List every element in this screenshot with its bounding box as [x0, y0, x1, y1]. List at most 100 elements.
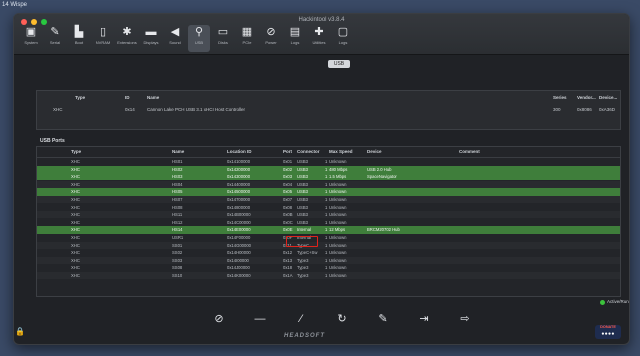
cell-type: XHC: [71, 219, 80, 225]
cell-connector: USB3: [297, 212, 308, 218]
controller-header: Type ID Name Series Vendor... Device...: [37, 93, 620, 102]
cell-location: 0x14F00000: [227, 235, 251, 240]
lock-icon[interactable]: 🔒: [15, 327, 25, 336]
import-icon: ⇥: [419, 313, 429, 325]
table-row[interactable]: XHC HS04 0x14400000 0x04 USB3 1 Unknown: [37, 180, 620, 188]
col-series[interactable]: Series: [553, 93, 567, 102]
cell-connector: USB3: [297, 219, 308, 225]
cell-name: HS08: [172, 204, 183, 210]
col-location[interactable]: Location ID: [227, 147, 282, 157]
toolbar-pcie-button[interactable]: ▦ PCIe: [236, 25, 258, 52]
cell-speed: Unknown: [329, 242, 347, 248]
toolbar-label: Sound: [169, 40, 181, 45]
clear-button[interactable]: ⊘: [210, 310, 228, 328]
cell-speed: Unknown: [329, 257, 347, 263]
toolbar-logs-button[interactable]: ▤ Logs: [284, 25, 306, 52]
col-device[interactable]: Device...: [599, 93, 617, 102]
cell-location: 0x14H00000: [227, 250, 251, 256]
table-row[interactable]: XHC HS01 0x14100000 0x01 USB3 1 Unknown: [37, 158, 620, 165]
cell-connector: Type3: [297, 265, 309, 271]
col-type[interactable]: Type: [75, 93, 85, 102]
toolbar-label: Power: [265, 40, 277, 45]
toolbar-extensions-button[interactable]: ✱ Extensions: [116, 25, 138, 52]
cell-type: XHC: [71, 174, 80, 180]
wrench-icon: ✚: [314, 26, 324, 38]
toolbar-sound-button[interactable]: ◀ Sound: [164, 25, 186, 52]
toolbar-power-button[interactable]: ⊘ Power: [260, 25, 282, 52]
col-connector[interactable]: Connector: [297, 147, 325, 157]
col-name[interactable]: Name: [147, 93, 159, 102]
cell-connector: USB3: [297, 166, 308, 172]
cell-speed: Unknown: [329, 189, 347, 195]
toolbar-displays-button[interactable]: ▬ Displays: [140, 25, 162, 52]
status-dot: [600, 300, 605, 305]
table-row[interactable]: XHC SS08 0x14J00000 0x18 Type3 1 Unknown: [37, 264, 620, 271]
table-row[interactable]: XHC HS05 0x14500000 0x05 USB3 1 Unknown: [37, 188, 620, 196]
toolbar-nvram-button[interactable]: ▯ NVRAM: [92, 25, 114, 52]
table-row[interactable]: XHC HS07 0x14700000 0x07 USB3 1 Unknown: [37, 196, 620, 204]
usb-ports-table: Type Name Location ID Port Connector Max…: [36, 146, 621, 297]
payment-icons: ●●●●: [601, 331, 615, 337]
cell-vendor: 0x8086: [577, 107, 592, 112]
remove-button[interactable]: —: [251, 310, 269, 328]
col-comment[interactable]: Comment: [459, 147, 539, 157]
cell-speed: Unknown: [329, 273, 347, 278]
table-row[interactable]: XHC SS02 0x14H00000 0x12 TypeC+Sw 1 Unknown: [37, 249, 620, 256]
monitor-icon: ▣: [25, 26, 37, 38]
status-text: Active/Run: [607, 299, 629, 304]
cell-type: XHC: [71, 273, 80, 278]
controller-row[interactable]: XHC 0x14 Cannon Lake PCH USB 3.1 xHCI Ho…: [37, 105, 620, 114]
table-row[interactable]: XHC SS10 0x14K00000 0x1A Type3 1 Unknown: [37, 272, 620, 280]
toolbar-system-button[interactable]: ▣ System: [20, 25, 42, 52]
edit-button[interactable]: ✎: [374, 310, 392, 328]
cell-speed: Unknown: [329, 181, 347, 187]
col-speed[interactable]: Max Speed: [329, 147, 367, 157]
table-row[interactable]: XHC HS14 0x14E00000 0x0E Internal 1 12 Mbps BRC…: [37, 226, 620, 234]
toolbar-usb-button[interactable]: ⚲ USB: [188, 25, 210, 52]
export-button[interactable]: ⇨: [456, 310, 474, 328]
refresh-button[interactable]: ↻: [333, 310, 351, 328]
cell-name: SS10: [172, 273, 183, 278]
minus-icon: —: [254, 313, 266, 325]
cell-location: 0x14800000: [227, 204, 251, 210]
toolbar-utilities-button[interactable]: ✚ Utilities: [308, 25, 330, 52]
col-device[interactable]: Device: [367, 147, 457, 157]
cell-location: 0x14500000: [227, 189, 251, 195]
col-name[interactable]: Name: [172, 147, 212, 157]
toolbar-label: Logs: [290, 40, 300, 45]
table-row[interactable]: XHC HS08 0x14800000 0x08 USB3 1 Unknown: [37, 204, 620, 211]
cell-type: XHC: [71, 227, 80, 233]
col-id[interactable]: ID: [125, 93, 130, 102]
table-row[interactable]: XHC USR1 0x14F00000 0x0F Internal 1 Unknown: [37, 234, 620, 241]
toolbar-boot-button[interactable]: ▙ Boot: [68, 25, 90, 52]
donate-button[interactable]: DONATE ●●●●: [595, 325, 621, 339]
cell-location: 0x14700000: [227, 197, 251, 202]
table-row[interactable]: XHC HS02 0x14200000 0x02 USB3 1 480 Mbps USB 2.…: [37, 165, 620, 173]
table-row[interactable]: XHC HS12 0x14C00000 0x0C USB3 1 Unknown: [37, 219, 620, 226]
controller-table: Type ID Name Series Vendor... Device... …: [36, 90, 621, 130]
cell-type: XHC: [71, 235, 80, 240]
cell-speed: 480 Mbps: [329, 166, 348, 172]
toolbar-label: Disks: [218, 40, 228, 45]
toolbar-disks-button[interactable]: ▭ Disks: [212, 25, 234, 52]
table-row[interactable]: XHC HS11 0x14B00000 0x0B USB3 1 Unknown: [37, 211, 620, 219]
table-row[interactable]: XHC HS03 0x14300000 0x03 USB3 1 1.5 Mbps SpaceN…: [37, 173, 620, 181]
table-row[interactable]: XHC SS01 0x14G00000 0x11 TypeC 1 Unknown: [37, 241, 620, 249]
clean-button[interactable]: ⁄: [292, 310, 310, 328]
import-button[interactable]: ⇥: [415, 310, 433, 328]
clear-icon: ⊘: [214, 313, 224, 325]
content: USB Type ID Name Series Vendor... Device…: [24, 58, 629, 336]
speaker-icon: ◀: [170, 26, 180, 38]
usb-icon: ⚲: [194, 26, 204, 38]
col-vendor[interactable]: Vendor...: [577, 93, 596, 102]
table-row[interactable]: XHC SS03 0x14I00000 0x13 Type3 1 Unknown: [37, 256, 620, 264]
col-type[interactable]: Type: [71, 147, 111, 157]
cell-type: XHC: [71, 242, 80, 248]
toolbar-logs-button[interactable]: ▢ Logs: [332, 25, 354, 52]
pencil-icon: ✎: [50, 26, 60, 38]
toolbar-serial-button[interactable]: ✎ Serial: [44, 25, 66, 52]
cell-type: XHC: [71, 265, 80, 271]
cell-speed: Unknown: [329, 204, 347, 210]
usb-segment-button[interactable]: USB: [328, 60, 350, 68]
cell-location: 0x14K00000: [227, 273, 251, 278]
